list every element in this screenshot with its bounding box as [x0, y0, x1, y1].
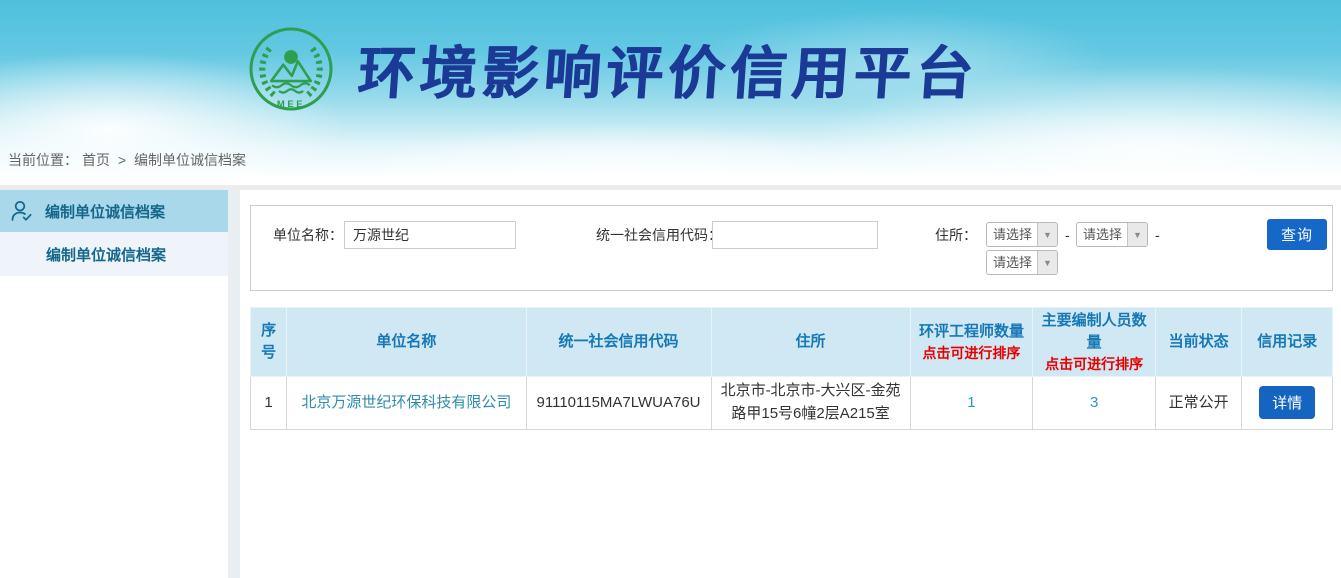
address-label: 住所：	[935, 221, 977, 249]
col-header-credit-record: 信用记录	[1242, 308, 1333, 377]
breadcrumb-current: 编制单位诚信档案	[134, 152, 246, 168]
col-header-staff-count-label: 主要编制人员数量	[1042, 312, 1147, 351]
breadcrumb-separator: >	[118, 152, 126, 168]
col-header-engineer-count-label: 环评工程师数量	[919, 323, 1024, 340]
user-check-icon	[10, 199, 34, 223]
main-panel: 单位名称： 统一社会信用代码： 住所： 请选择 ▼ - 请选择 ▼ - 请选择 …	[240, 190, 1341, 578]
chevron-down-icon: ▼	[1127, 223, 1147, 246]
company-name-label: 单位名称：	[273, 221, 343, 249]
sidebar-group-label: 编制单位诚信档案	[45, 201, 165, 222]
mee-logo-icon: MEE	[248, 26, 334, 112]
col-header-credit-code: 统一社会信用代码	[526, 308, 711, 377]
table-row: 1 北京万源世纪环保科技有限公司 91110115MA7LWUA76U 北京市-…	[251, 376, 1333, 429]
breadcrumb-home-link[interactable]: 首页	[82, 152, 110, 168]
address-dash-1: -	[1065, 221, 1070, 249]
content-area: 编制单位诚信档案 编制单位诚信档案 单位名称： 统一社会信用代码： 住所： 请选…	[0, 190, 1341, 578]
logo-text: MEE	[277, 99, 305, 110]
col-header-staff-count-sort[interactable]: 主要编制人员数量 点击可进行排序	[1033, 308, 1156, 377]
table-header-row: 序号 单位名称 统一社会信用代码 住所 环评工程师数量 点击可进行排序 主要编制…	[251, 308, 1333, 377]
credit-code-label: 统一社会信用代码：	[596, 221, 722, 249]
query-button[interactable]: 查询	[1267, 219, 1327, 250]
col-header-status: 当前状态	[1155, 308, 1241, 377]
company-name-input[interactable]	[344, 221, 516, 249]
address-dash-2: -	[1155, 221, 1160, 249]
breadcrumb: 当前位置：首页 > 编制单位诚信档案	[8, 150, 250, 170]
row-index: 1	[251, 376, 287, 429]
chevron-down-icon: ▼	[1037, 251, 1057, 274]
sidebar-item-label: 编制单位诚信档案	[46, 244, 166, 265]
sidebar: 编制单位诚信档案 编制单位诚信档案	[0, 190, 228, 578]
province-select-value: 请选择	[987, 223, 1037, 246]
sort-hint: 点击可进行排序	[915, 343, 1029, 363]
breadcrumb-prefix: 当前位置：	[8, 152, 78, 168]
col-header-index: 序号	[251, 308, 287, 377]
sidebar-divider	[228, 190, 240, 578]
district-select[interactable]: 请选择 ▼	[986, 250, 1058, 275]
results-table: 序号 单位名称 统一社会信用代码 住所 环评工程师数量 点击可进行排序 主要编制…	[250, 307, 1333, 430]
staff-count-link[interactable]: 3	[1090, 394, 1098, 411]
sidebar-group-credit-archive[interactable]: 编制单位诚信档案	[0, 190, 228, 232]
company-name-link[interactable]: 北京万源世纪环保科技有限公司	[301, 394, 511, 411]
col-header-company: 单位名称	[287, 308, 526, 377]
sidebar-item-credit-archive[interactable]: 编制单位诚信档案	[0, 232, 228, 276]
page-title: 环境影响评价信用平台	[355, 28, 981, 110]
row-status: 正常公开	[1155, 376, 1241, 429]
site-header: MEE 环境影响评价信用平台 当前位置：首页 > 编制单位诚信档案	[0, 0, 1341, 185]
search-panel: 单位名称： 统一社会信用代码： 住所： 请选择 ▼ - 请选择 ▼ - 请选择 …	[250, 205, 1333, 291]
credit-code-input[interactable]	[712, 221, 878, 249]
row-address: 北京市-北京市-大兴区-金苑路甲15号6幢2层A215室	[711, 376, 910, 429]
col-header-engineer-count-sort[interactable]: 环评工程师数量 点击可进行排序	[910, 308, 1033, 377]
sort-hint: 点击可进行排序	[1037, 354, 1151, 374]
province-select[interactable]: 请选择 ▼	[986, 222, 1058, 247]
district-select-value: 请选择	[987, 251, 1037, 274]
col-header-address: 住所	[711, 308, 910, 377]
city-select[interactable]: 请选择 ▼	[1076, 222, 1148, 247]
brand: MEE 环境影响评价信用平台	[248, 26, 978, 112]
detail-button[interactable]: 详情	[1259, 386, 1315, 419]
row-credit-code: 91110115MA7LWUA76U	[526, 376, 711, 429]
city-select-value: 请选择	[1077, 223, 1127, 246]
chevron-down-icon: ▼	[1037, 223, 1057, 246]
engineer-count-link[interactable]: 1	[967, 394, 975, 411]
